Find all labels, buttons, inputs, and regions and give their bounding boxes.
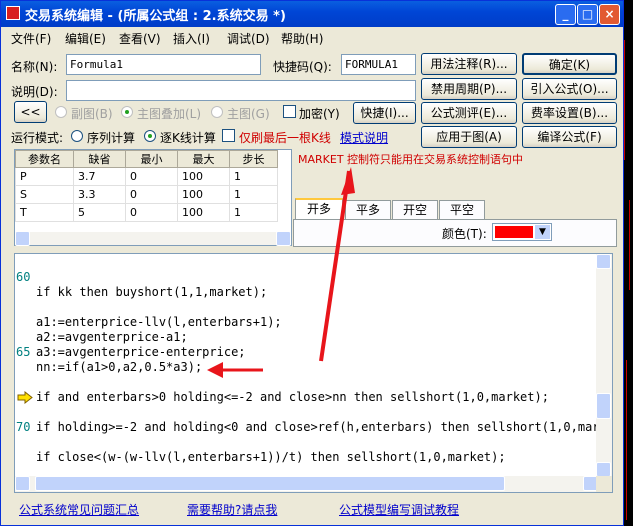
app-icon: [6, 6, 20, 20]
sub-chart-label: 副图(B): [71, 107, 113, 121]
line-number: 65: [16, 345, 31, 359]
annotation-arrows: [207, 167, 355, 378]
ok-button[interactable]: 确定(K): [522, 53, 617, 75]
line-number: 60: [16, 270, 31, 284]
close-button[interactable]: ×: [599, 4, 620, 25]
sub-chart-radio[interactable]: [55, 106, 67, 118]
mode-help-link[interactable]: 模式说明: [340, 129, 388, 146]
title-bar[interactable]: 交易系统编辑 - (所属公式组 : 2.系统交易 *) _ □ ×: [1, 1, 623, 27]
last-bar-only-checkbox[interactable]: [222, 129, 235, 142]
param-cell[interactable]: 3.7: [73, 167, 126, 186]
resize-corner[interactable]: [596, 476, 612, 492]
code-line[interactable]: a2:=avgenterprice-a1;: [36, 330, 188, 344]
param-cell[interactable]: S: [15, 185, 74, 204]
run-mode-label: 运行模式:: [11, 131, 64, 145]
line-number: 70: [16, 420, 31, 434]
encrypt-label: 加密(Y): [299, 107, 340, 121]
menu-help[interactable]: 帮助(H): [281, 30, 323, 47]
scroll-up-button[interactable]: [596, 254, 611, 269]
params-header: 参数名: [15, 150, 74, 168]
menu-bar: 文件(F) 编辑(E) 查看(V) 插入(I) 调试(D) 帮助(H): [1, 27, 623, 47]
params-header: 最小: [125, 150, 178, 168]
shortcut-input[interactable]: FORMULA1: [341, 54, 416, 75]
main-overlay-radio[interactable]: [121, 106, 133, 118]
menu-view[interactable]: 查看(V): [119, 30, 161, 47]
minimize-button[interactable]: _: [555, 4, 576, 25]
scroll-thumb-horizontal[interactable]: [35, 476, 505, 491]
param-cell[interactable]: 0: [125, 167, 178, 186]
quick-button[interactable]: 快捷(I)...: [353, 102, 416, 124]
scroll-left-button[interactable]: [15, 231, 30, 246]
maximize-button[interactable]: □: [577, 4, 598, 25]
param-cell[interactable]: 0: [125, 203, 178, 222]
fee-settings-button[interactable]: 费率设置(B)...: [522, 102, 617, 124]
per-bar-radio[interactable]: [144, 130, 156, 142]
color-label: 颜色(T):: [442, 227, 487, 241]
name-label: 名称(N):: [11, 60, 58, 74]
menu-debug[interactable]: 调试(D): [227, 30, 270, 47]
per-bar-label: 逐K线计算: [160, 131, 216, 145]
params-header: 缺省: [73, 150, 126, 168]
chevron-down-icon[interactable]: ▼: [535, 225, 550, 239]
collapse-button[interactable]: <<: [14, 101, 47, 123]
footer-link-tutorial[interactable]: 公式模型编写调试教程: [339, 501, 459, 518]
formula-editor-window: 交易系统编辑 - (所属公式组 : 2.系统交易 *) _ □ × 文件(F) …: [0, 0, 624, 526]
editor-horizontal-scrollbar[interactable]: [15, 476, 598, 492]
color-dropdown[interactable]: ▼: [492, 223, 552, 241]
menu-edit[interactable]: 编辑(E): [65, 30, 106, 47]
sequential-label: 序列计算: [87, 131, 136, 145]
sequential-radio[interactable]: [71, 130, 83, 142]
editor-vertical-scrollbar[interactable]: [596, 254, 612, 477]
param-cell[interactable]: 3.3: [73, 185, 126, 204]
disable-period-button[interactable]: 禁用周期(P)...: [421, 78, 517, 100]
code-line[interactable]: if close<(w-(w-llv(l,enterbars+1))/t) th…: [36, 450, 506, 464]
usage-note-button[interactable]: 用法注释(R)...: [421, 53, 517, 75]
main-chart-label: 主图(G): [227, 107, 270, 121]
last-bar-only-label: 仅刷最后一根K线: [239, 131, 331, 145]
main-overlay-label: 主图叠加(L): [137, 107, 202, 121]
code-line[interactable]: nn:=if(a1>0,a2,0.5*a3);: [36, 360, 202, 374]
footer-link-help[interactable]: 需要帮助?请点我: [187, 501, 277, 518]
footer-link-faq[interactable]: 公式系统常见问题汇总: [19, 501, 139, 518]
tab-close-short[interactable]: 平空: [439, 200, 485, 220]
name-input[interactable]: Formula1: [66, 54, 261, 75]
main-chart-radio[interactable]: [211, 106, 223, 118]
scroll-down-button[interactable]: [596, 462, 611, 477]
color-swatch: [495, 226, 533, 238]
shortcut-label: 快捷码(Q):: [273, 60, 332, 74]
desc-label: 说明(D):: [11, 85, 58, 99]
scroll-left-button[interactable]: [15, 476, 30, 491]
param-cell[interactable]: P: [15, 167, 74, 186]
menu-insert[interactable]: 插入(I): [173, 30, 210, 47]
scroll-thumb[interactable]: [596, 393, 611, 419]
param-cell[interactable]: T: [15, 203, 74, 222]
desc-input[interactable]: [66, 80, 416, 101]
apply-to-chart-button[interactable]: 应用于图(A): [421, 126, 517, 148]
encrypt-checkbox[interactable]: [283, 105, 296, 118]
tab-open-short[interactable]: 开空: [392, 200, 438, 220]
param-cell[interactable]: 5: [73, 203, 126, 222]
formula-test-button[interactable]: 公式测评(E)...: [421, 102, 517, 124]
compile-formula-button[interactable]: 编译公式(F): [522, 126, 617, 148]
current-line-arrow-icon: [17, 391, 33, 404]
param-cell[interactable]: 0: [125, 185, 178, 204]
window-title: 交易系统编辑 - (所属公式组 : 2.系统交易 *): [25, 9, 286, 24]
code-line[interactable]: if holding>=-2 and holding<0 and close>r…: [36, 420, 612, 434]
menu-file[interactable]: 文件(F): [11, 30, 51, 47]
import-formula-button[interactable]: 引入公式(O)...: [522, 78, 617, 100]
